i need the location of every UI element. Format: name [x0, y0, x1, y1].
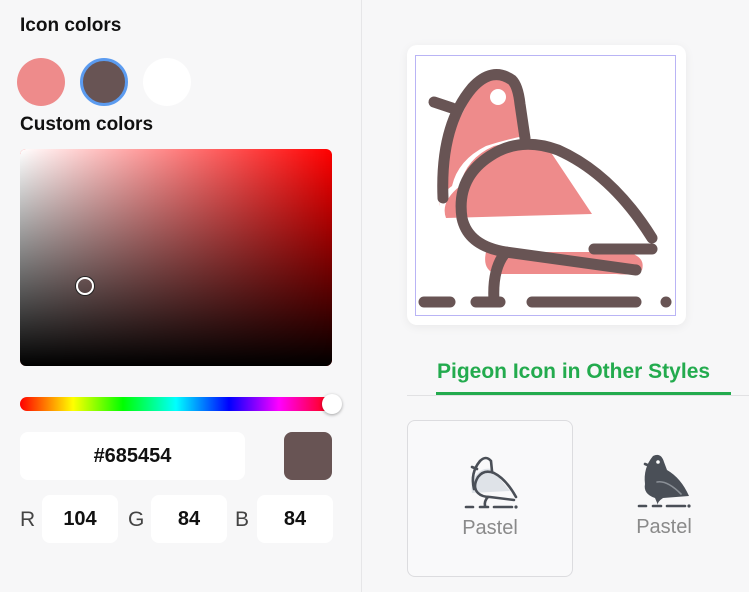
swatch-pink[interactable]	[17, 58, 65, 106]
other-styles-underline	[436, 392, 731, 395]
saturation-value-picker[interactable]	[20, 149, 332, 366]
hex-input[interactable]	[20, 432, 245, 480]
r-input[interactable]	[42, 495, 118, 543]
pigeon-icon	[418, 69, 672, 308]
pigeon-pastel-icon	[464, 456, 518, 509]
hue-slider-handle[interactable]	[322, 394, 342, 414]
swatch-dark-brown[interactable]	[80, 58, 128, 106]
style-label-pastel: Pastel	[462, 517, 518, 539]
pigeon-solid-icon	[637, 454, 691, 508]
color-panel: Icon colors Custom colors R G B	[0, 0, 361, 592]
r-label: R	[20, 508, 36, 531]
icon-colors-title: Icon colors	[20, 15, 122, 36]
color-preview-swatch	[284, 432, 332, 480]
b-label: B	[235, 508, 250, 531]
g-input[interactable]	[151, 495, 227, 543]
b-input[interactable]	[257, 495, 333, 543]
hue-slider[interactable]	[20, 397, 332, 411]
style-label-solid: Pastel	[636, 516, 692, 538]
g-label: G	[128, 508, 145, 531]
style-card-solid[interactable]: Pastel	[581, 420, 747, 577]
swatch-white[interactable]	[143, 58, 191, 106]
style-card-pastel[interactable]: Pastel	[407, 420, 573, 577]
custom-colors-title: Custom colors	[20, 114, 154, 135]
color-picker-handle[interactable]	[76, 277, 94, 295]
other-styles-title: Pigeon Icon in Other Styles	[437, 360, 711, 383]
other-styles-divider	[407, 395, 749, 396]
